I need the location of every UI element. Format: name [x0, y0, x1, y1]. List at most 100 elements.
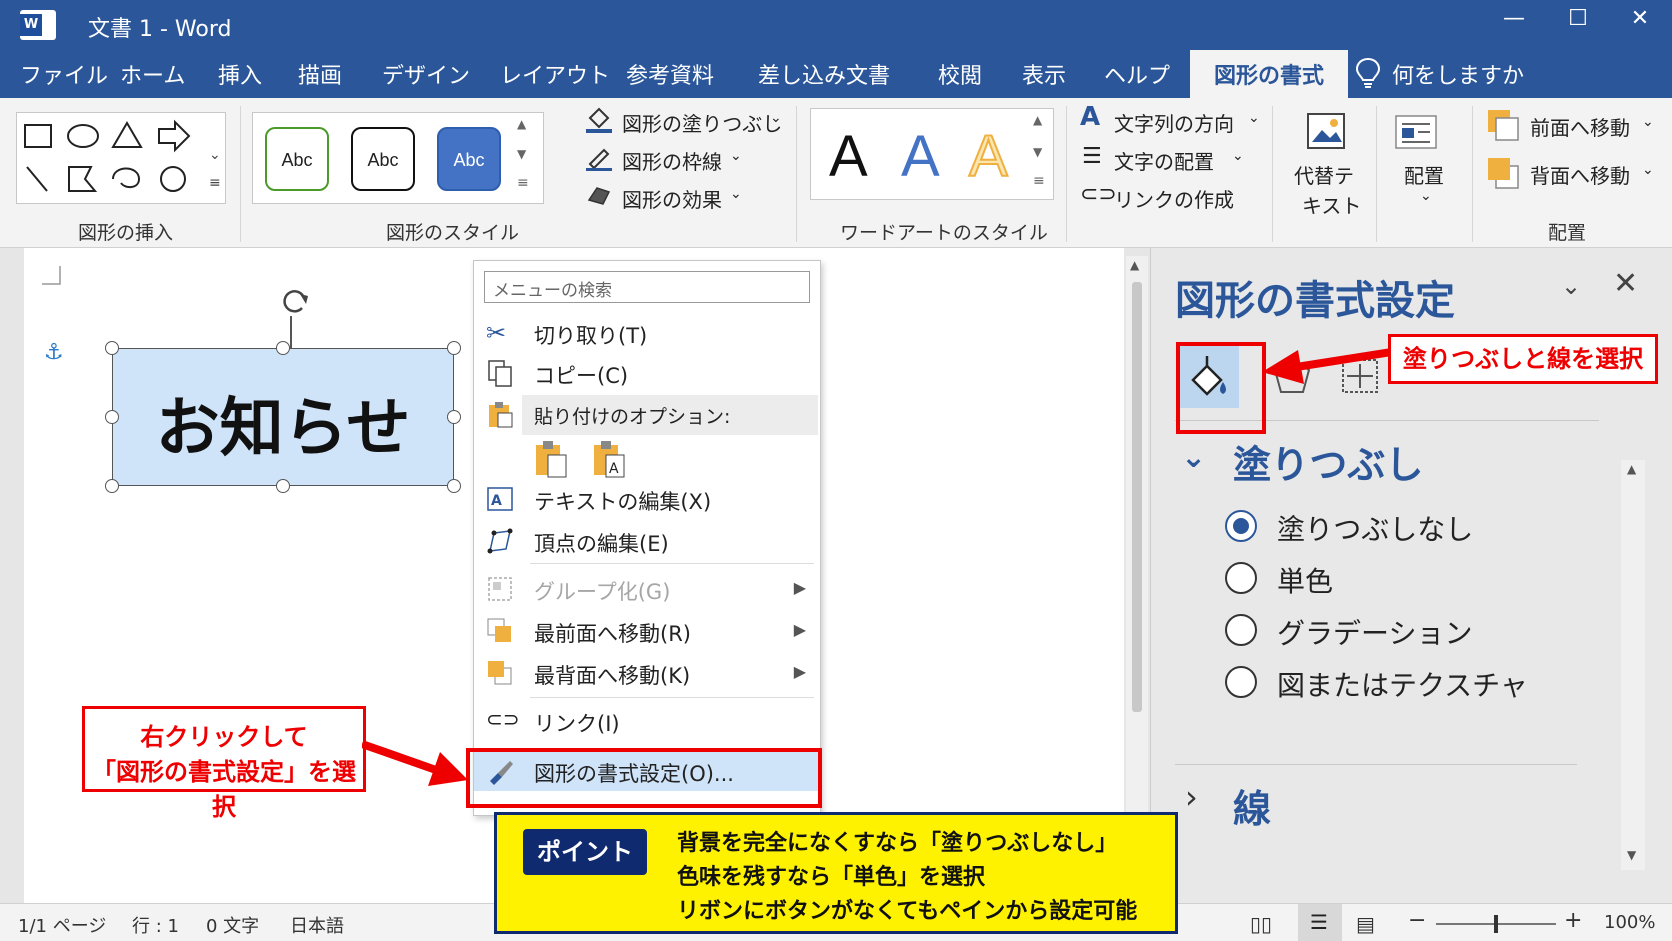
style-sample-green[interactable]: Abc	[265, 127, 329, 191]
web-layout-icon[interactable]: ▤	[1356, 912, 1375, 936]
menu-item-edit-points[interactable]: 頂点の編集(E)	[474, 521, 820, 561]
bring-forward-dropdown-icon[interactable]: ⌄	[1642, 114, 1654, 130]
resize-handle[interactable]	[105, 341, 119, 355]
resize-handle[interactable]	[276, 479, 290, 493]
maximize-button[interactable]: ☐	[1558, 6, 1598, 31]
scroll-up-icon[interactable]: ▲	[1130, 258, 1139, 272]
fill-section-chevron-icon[interactable]: ⌄	[1181, 440, 1206, 475]
shape-effects-dropdown-icon[interactable]: ⌄	[730, 186, 742, 202]
status-language[interactable]: 日本語	[290, 912, 344, 938]
paste-text-only-icon[interactable]: A	[592, 439, 628, 483]
tab-view[interactable]: 表示	[1022, 58, 1066, 90]
radio-gradient-fill[interactable]	[1225, 614, 1257, 646]
resize-handle[interactable]	[105, 410, 119, 424]
alt-text-button-line2[interactable]: キスト	[1302, 190, 1361, 219]
tab-home[interactable]: ホーム	[120, 58, 185, 90]
radio-no-fill[interactable]	[1225, 510, 1257, 542]
menu-item-bring-to-front[interactable]: 最前面へ移動(R) ▶	[474, 611, 820, 651]
bring-forward-button[interactable]: 前面へ移動	[1530, 112, 1630, 141]
resize-handle[interactable]	[447, 410, 461, 424]
line-section-header[interactable]: 線	[1233, 778, 1271, 833]
style-sample-black[interactable]: Abc	[351, 127, 415, 191]
wordart-down-icon[interactable]: ▼	[1033, 145, 1042, 159]
menu-item-link[interactable]: ⊂⊃ リンク(I)	[474, 701, 820, 741]
pane-options-chevron-icon[interactable]: ⌄	[1561, 272, 1581, 300]
pane-close-icon[interactable]: ✕	[1613, 266, 1638, 301]
radio-solid-fill[interactable]	[1225, 562, 1257, 594]
tab-design[interactable]: デザイン	[382, 58, 470, 90]
shape-gallery[interactable]: ⌄ ≡	[16, 112, 226, 204]
text-direction-dropdown-icon[interactable]: ⌄	[1248, 110, 1260, 126]
menu-item-edit-text[interactable]: A テキストの編集(X)	[474, 479, 820, 519]
zoom-in-icon[interactable]: +	[1564, 908, 1582, 933]
scroll-thumb[interactable]	[1132, 282, 1142, 712]
tab-draw[interactable]: 描画	[298, 58, 342, 90]
text-direction-button[interactable]: 文字列の方向	[1114, 108, 1234, 137]
pane-scrollbar[interactable]: ▲ ▼	[1621, 460, 1645, 870]
shape-fill-dropdown-icon[interactable]: ⌄	[770, 110, 782, 126]
tab-references[interactable]: 参考資料	[626, 58, 714, 90]
tab-file[interactable]: ファイル	[20, 58, 108, 90]
fill-section-header[interactable]: 塗りつぶし	[1233, 434, 1423, 489]
radio-picture-fill[interactable]	[1225, 666, 1257, 698]
notice-shape[interactable]: お知らせ	[112, 348, 454, 486]
create-link-button[interactable]: リンクの作成	[1114, 184, 1234, 213]
gallery-more-icon[interactable]: ≡	[517, 175, 529, 191]
radio-label-picture-fill[interactable]: 図またはテクスチャ	[1277, 664, 1528, 704]
tab-review[interactable]: 校閲	[938, 58, 982, 90]
pane-scroll-down-icon[interactable]: ▼	[1627, 848, 1636, 862]
menu-search-input[interactable]: メニューの検索	[484, 271, 810, 303]
wordart-up-icon[interactable]: ▲	[1033, 113, 1042, 127]
tab-mailings[interactable]: 差し込み文書	[758, 58, 890, 90]
wordart-sample-blue[interactable]: A	[901, 123, 940, 190]
menu-item-cut[interactable]: ✂ 切り取り(T)	[474, 313, 820, 353]
menu-item-send-to-back[interactable]: 最背面へ移動(K) ▶	[474, 653, 820, 693]
tell-me-search[interactable]: 何をしますか	[1392, 58, 1524, 90]
zoom-out-icon[interactable]: −	[1408, 908, 1426, 933]
tab-shape-format[interactable]: 図形の書式	[1190, 50, 1349, 98]
status-page[interactable]: 1/1 ページ	[18, 912, 106, 938]
alt-text-button-line1[interactable]: 代替テ	[1294, 160, 1354, 189]
resize-handle[interactable]	[105, 479, 119, 493]
menu-item-copy[interactable]: コピー(C)	[474, 353, 820, 393]
tab-insert[interactable]: 挿入	[218, 58, 262, 90]
close-window-button[interactable]: ✕	[1620, 6, 1660, 31]
zoom-level[interactable]: 100%	[1604, 912, 1655, 933]
gallery-down-icon[interactable]: ▼	[517, 147, 526, 161]
resize-handle[interactable]	[447, 479, 461, 493]
radio-label-solid-fill[interactable]: 単色	[1277, 560, 1333, 600]
style-sample-blue[interactable]: Abc	[437, 127, 501, 191]
status-word-count[interactable]: 0 文字	[206, 912, 259, 938]
line-section-chevron-icon[interactable]: ›	[1185, 778, 1198, 816]
shape-text[interactable]: お知らせ	[113, 377, 453, 469]
tab-help[interactable]: ヘルプ	[1104, 58, 1170, 90]
minimize-button[interactable]: —	[1494, 6, 1534, 31]
paste-keep-formatting-icon[interactable]	[534, 439, 570, 483]
wordart-more-icon[interactable]: ≡	[1033, 173, 1045, 189]
menu-item-group[interactable]: グループ化(G) ▶	[474, 569, 820, 609]
rotate-handle-icon[interactable]	[278, 284, 312, 318]
align-text-dropdown-icon[interactable]: ⌄	[1232, 148, 1244, 164]
document-scrollbar[interactable]: ▲	[1126, 256, 1148, 903]
resize-handle[interactable]	[447, 341, 461, 355]
gallery-up-icon[interactable]: ▲	[517, 117, 526, 131]
print-layout-button[interactable]: ☰	[1298, 904, 1342, 941]
shape-effects-button[interactable]: 図形の効果	[622, 184, 722, 213]
zoom-slider-thumb[interactable]	[1494, 915, 1498, 933]
position-button[interactable]: 配置	[1404, 160, 1444, 189]
send-backward-dropdown-icon[interactable]: ⌄	[1642, 162, 1654, 178]
tab-layout[interactable]: レイアウト	[500, 58, 610, 90]
radio-label-gradient-fill[interactable]: グラデーション	[1277, 612, 1472, 652]
resize-handle[interactable]	[276, 341, 290, 355]
align-text-button[interactable]: 文字の配置	[1114, 146, 1214, 175]
position-dropdown-icon[interactable]: ⌄	[1420, 188, 1432, 204]
shape-outline-dropdown-icon[interactable]: ⌄	[730, 148, 742, 164]
send-backward-button[interactable]: 背面へ移動	[1530, 160, 1630, 189]
shape-outline-button[interactable]: 図形の枠線	[622, 146, 722, 175]
pane-scroll-up-icon[interactable]: ▲	[1627, 462, 1636, 476]
wordart-sample-orange[interactable]: A	[968, 123, 1009, 190]
shape-fill-button[interactable]: 図形の塗りつぶし	[622, 108, 782, 137]
wordart-sample-black[interactable]: A	[829, 123, 868, 190]
radio-label-no-fill[interactable]: 塗りつぶしなし	[1277, 508, 1473, 548]
read-mode-icon[interactable]: ▯▯	[1250, 912, 1272, 936]
